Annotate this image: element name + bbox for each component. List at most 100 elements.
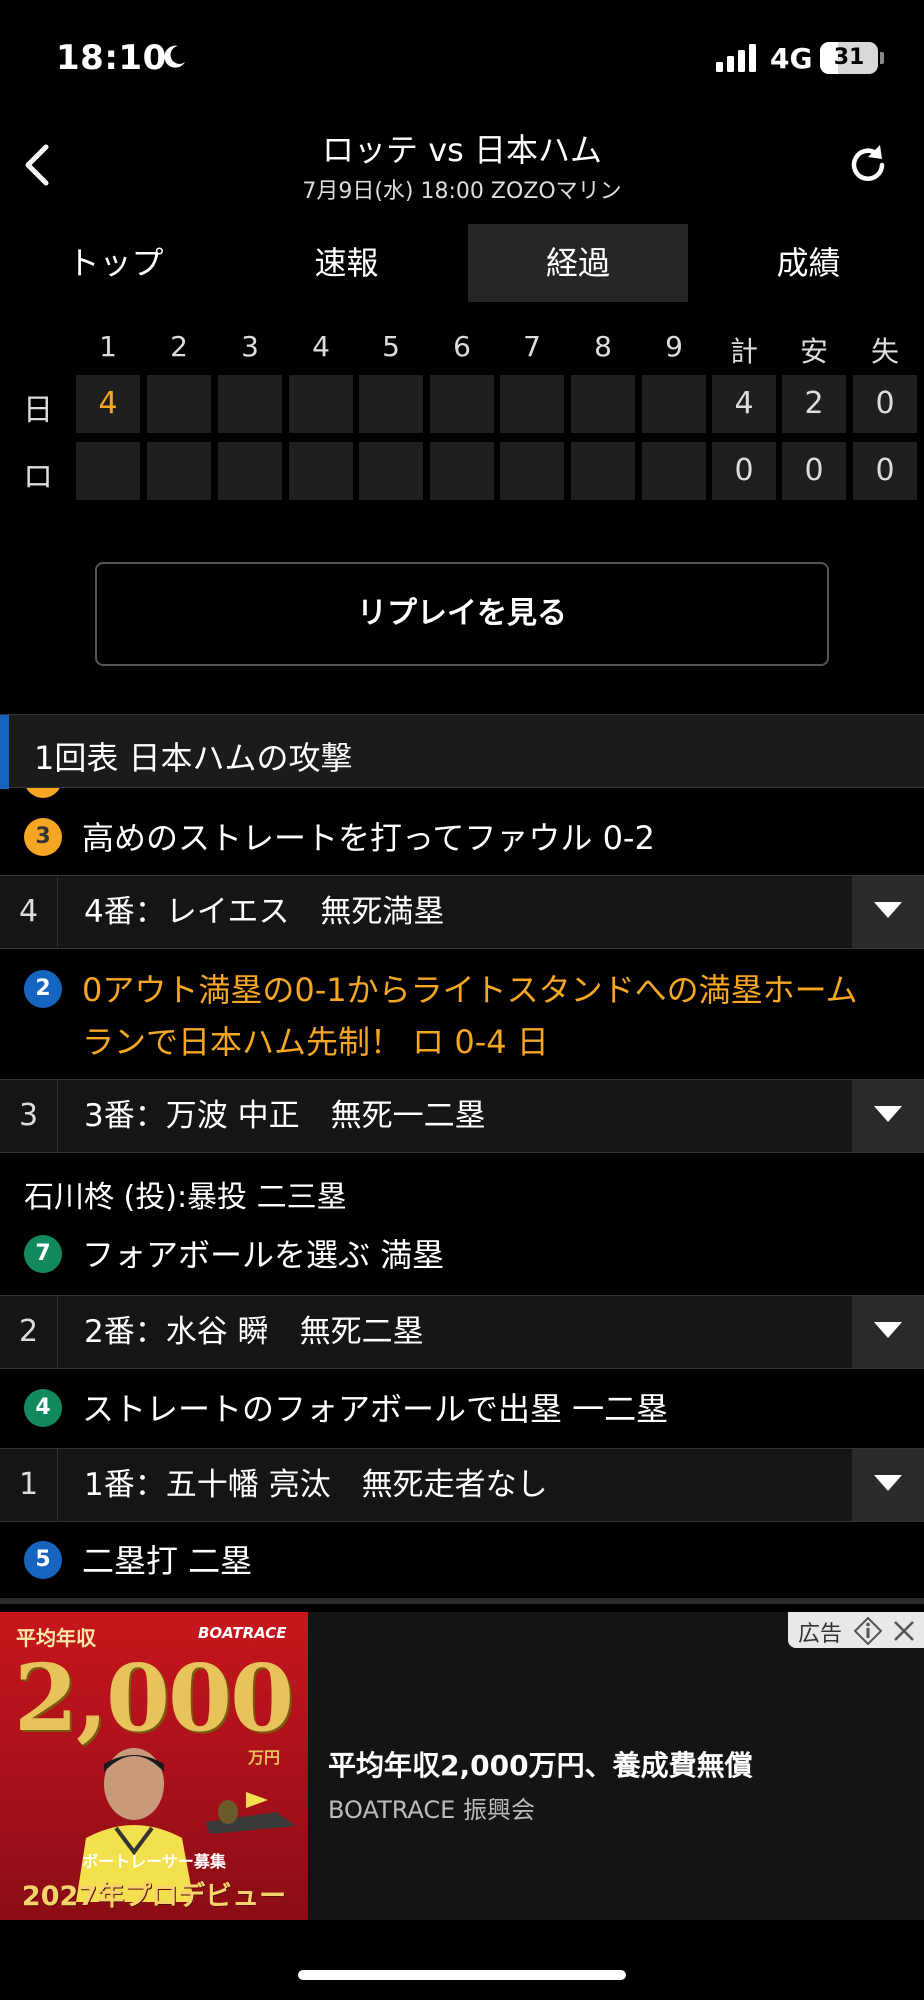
score-cell: 4 bbox=[76, 375, 140, 433]
pitch-text: ストレートのフォアボールで出塁 一二塁 bbox=[82, 1390, 669, 1428]
score-cell bbox=[76, 442, 140, 500]
pitch-count-badge: 7 bbox=[24, 1235, 62, 1273]
pitch-text: 高めのストレートを打ってファウル 0-2 bbox=[82, 819, 655, 857]
runs-header: 計 bbox=[729, 335, 758, 368]
batter-text: 4番：レイエス 無死満塁 bbox=[84, 894, 445, 930]
ad-image-unit: 万円 bbox=[248, 1748, 281, 1767]
batting-order: 1 bbox=[0, 1449, 58, 1521]
score-cell bbox=[500, 442, 564, 500]
expand-button[interactable] bbox=[852, 1080, 924, 1152]
score-cell bbox=[430, 442, 494, 500]
pitch-row: 3 高めのストレートを打ってファウル 0-2 bbox=[0, 810, 924, 870]
ad-banner[interactable]: 平均年収 BOATRACE 2,000 万円 ボートレーサー募集 2027年プロ… bbox=[0, 1612, 924, 1920]
hits-total: 2 bbox=[782, 375, 846, 433]
scoreboard: 1 2 3 4 5 6 7 8 9 計 安 失 日 4 4 2 0 ロ 0 0 … bbox=[0, 330, 924, 500]
pitch-text-line1: 0アウト満塁の0-1からライトスタンドへの満塁ホーム bbox=[82, 971, 858, 1009]
score-cell bbox=[430, 375, 494, 433]
refresh-icon[interactable] bbox=[844, 141, 892, 189]
score-cell bbox=[147, 442, 211, 500]
expand-button[interactable] bbox=[852, 1296, 924, 1368]
network-label: 4G bbox=[770, 42, 813, 75]
chevron-down-icon bbox=[874, 902, 902, 918]
errors-total: 0 bbox=[853, 442, 917, 500]
boat-graphic bbox=[206, 1792, 296, 1834]
score-cell bbox=[218, 375, 282, 433]
batter-row[interactable]: 1 1番：五十幡 亮汰 無死走者なし bbox=[0, 1448, 924, 1522]
pitch-count-badge: 4 bbox=[24, 1389, 62, 1427]
inning-header-5: 5 bbox=[382, 330, 400, 363]
pitch-row-highlight: 2 0アウト満塁の0-1からライトスタンドへの満塁ホーム ランで日本ハム先制！ … bbox=[0, 962, 924, 1066]
expand-button[interactable] bbox=[852, 1449, 924, 1521]
score-cell bbox=[571, 442, 635, 500]
tab-top[interactable]: トップ bbox=[0, 224, 231, 302]
section-divider bbox=[0, 1598, 924, 1604]
signal-icon bbox=[716, 44, 756, 72]
errors-header: 失 bbox=[870, 335, 899, 368]
score-cell bbox=[571, 375, 635, 433]
score-cell bbox=[289, 442, 353, 500]
inning-header: 1回表 日本ハムの攻撃 bbox=[0, 714, 924, 789]
ad-label-box: 広告 bbox=[788, 1612, 924, 1648]
pitch-text-line2: ランで日本ハム先制！ ロ 0-4 日 bbox=[82, 1023, 549, 1061]
inning-header-3: 3 bbox=[241, 330, 259, 363]
expand-button[interactable] bbox=[852, 876, 924, 948]
ad-headline[interactable]: 平均年収2,000万円、養成費無償 bbox=[328, 1744, 753, 1784]
runs-total: 0 bbox=[712, 442, 776, 500]
pitch-text: 二塁打 二塁 bbox=[82, 1542, 253, 1580]
inning-header-1: 1 bbox=[99, 330, 117, 363]
inning-title: 1回表 日本ハムの攻撃 bbox=[34, 739, 353, 777]
score-cell bbox=[147, 375, 211, 433]
score-cell bbox=[289, 375, 353, 433]
score-cell bbox=[642, 442, 706, 500]
game-header: ロッテ vs 日本ハム 7月9日(水) 18:00 ZOZOマリン bbox=[0, 115, 924, 215]
batter-row[interactable]: 3 3番：万波 中正 無死一二塁 bbox=[0, 1079, 924, 1153]
score-cell bbox=[500, 375, 564, 433]
moon-icon bbox=[164, 45, 185, 68]
inning-accent-bar bbox=[0, 715, 9, 789]
inning-header-4: 4 bbox=[312, 330, 330, 363]
replay-button[interactable]: リプレイを見る bbox=[95, 562, 829, 666]
ad-image-debut: 2027年プロデビュー bbox=[21, 1881, 287, 1912]
ad-image-amount: 2,000 bbox=[14, 1644, 294, 1752]
hits-header: 安 bbox=[799, 335, 828, 368]
inning-header-2: 2 bbox=[170, 330, 188, 363]
inning-header-6: 6 bbox=[453, 330, 471, 363]
pitch-count-badge: 5 bbox=[24, 1541, 62, 1579]
score-cell bbox=[218, 442, 282, 500]
chevron-down-icon bbox=[874, 1106, 902, 1122]
clipped-badge bbox=[24, 788, 62, 798]
ad-info-icon[interactable] bbox=[854, 1617, 882, 1645]
pitch-row: 7 フォアボールを選ぶ 満塁 bbox=[0, 1227, 924, 1287]
pitch-count-badge: 2 bbox=[24, 970, 62, 1008]
batting-order: 4 bbox=[0, 876, 58, 948]
close-icon[interactable] bbox=[892, 1619, 916, 1643]
batter-text: 3番：万波 中正 無死一二塁 bbox=[84, 1098, 486, 1134]
batter-row[interactable]: 4 4番：レイエス 無死満塁 bbox=[0, 875, 924, 949]
pitch-count-badge: 3 bbox=[24, 818, 62, 856]
tab-live[interactable]: 速報 bbox=[231, 224, 462, 302]
battery-level: 31 bbox=[833, 45, 865, 70]
home-indicator[interactable] bbox=[298, 1970, 626, 1980]
inning-header-7: 7 bbox=[523, 330, 541, 363]
ad-image-brand: BOATRACE bbox=[198, 1624, 287, 1642]
team-label-lotte: ロ bbox=[23, 460, 53, 495]
battery-icon: 31 bbox=[820, 42, 878, 74]
tab-progress[interactable]: 経過 bbox=[468, 224, 688, 302]
runs-total: 4 bbox=[712, 375, 776, 433]
ad-image[interactable]: 平均年収 BOATRACE 2,000 万円 ボートレーサー募集 2027年プロ… bbox=[0, 1612, 308, 1920]
inning-header-8: 8 bbox=[594, 330, 612, 363]
ad-sponsor: BOATRACE 振興会 bbox=[328, 1796, 535, 1824]
score-cell bbox=[642, 375, 706, 433]
pitch-row: 4 ストレートのフォアボールで出塁 一二塁 bbox=[0, 1381, 924, 1441]
score-cell bbox=[359, 375, 423, 433]
batting-order: 2 bbox=[0, 1296, 58, 1368]
match-title: ロッテ vs 日本ハム bbox=[322, 131, 602, 169]
battery-nub bbox=[880, 52, 884, 64]
pitch-text: フォアボールを選ぶ 満塁 bbox=[82, 1236, 445, 1274]
tab-stats[interactable]: 成績 bbox=[693, 224, 924, 302]
tab-bar: トップ 速報 経過 成績 bbox=[0, 224, 924, 302]
batter-row[interactable]: 2 2番：水谷 瞬 無死二塁 bbox=[0, 1295, 924, 1369]
batter-text: 2番：水谷 瞬 無死二塁 bbox=[84, 1314, 424, 1350]
hits-total: 0 bbox=[782, 442, 846, 500]
inning-header-9: 9 bbox=[665, 330, 683, 363]
